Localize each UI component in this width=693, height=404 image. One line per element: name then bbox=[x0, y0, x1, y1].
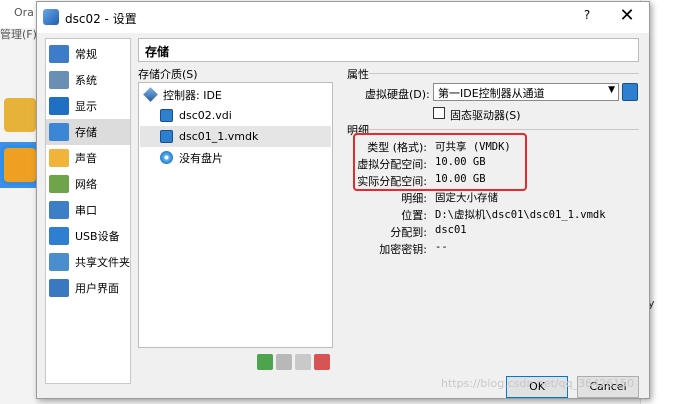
tree-item-optical[interactable]: 没有盘片 bbox=[140, 147, 331, 168]
controller-icon bbox=[143, 87, 158, 102]
detail-encryption-key: 加密密钥: bbox=[379, 243, 427, 256]
nav-item-shared-folders[interactable]: 共享文件夹 bbox=[46, 249, 130, 275]
user-interface-icon bbox=[49, 279, 69, 297]
dialog-titlebar[interactable]: dsc02 - 设置 ? ✕ bbox=[37, 2, 649, 33]
attributes-divider bbox=[369, 73, 639, 74]
storage-icon bbox=[49, 123, 69, 141]
storage-tree: 控制器: IDE dsc02.vdi dsc01_1.vmdk 没有盘片 bbox=[138, 82, 333, 348]
hard-disk-icon bbox=[160, 109, 173, 122]
nav-item-audio[interactable]: 声音 bbox=[46, 145, 130, 171]
nav-item-display[interactable]: 显示 bbox=[46, 93, 130, 119]
tree-item-controller[interactable]: 控制器: IDE bbox=[140, 84, 331, 105]
settings-dialog: dsc02 - 设置 ? ✕ 常规 系统 显示 存储 声音 网络 串口 USB设… bbox=[36, 1, 650, 399]
help-button[interactable]: ? bbox=[577, 8, 597, 26]
ssd-checkbox[interactable] bbox=[433, 107, 445, 119]
detail-details-key: 明细: bbox=[401, 192, 427, 205]
settings-nav: 常规 系统 显示 存储 声音 网络 串口 USB设备 共享文件夹 用户界面 bbox=[45, 38, 131, 384]
remove-attachment-icon[interactable] bbox=[295, 354, 311, 370]
network-icon bbox=[49, 175, 69, 193]
background-vm-icon[interactable] bbox=[4, 98, 36, 132]
close-button[interactable]: ✕ bbox=[615, 5, 639, 29]
nav-item-usb[interactable]: USB设备 bbox=[46, 223, 130, 249]
chevron-down-icon: ▼ bbox=[608, 85, 615, 95]
general-icon bbox=[49, 45, 69, 63]
attributes-label: 属性 bbox=[347, 68, 369, 81]
choose-disk-icon[interactable] bbox=[622, 83, 638, 101]
page-title: 存储 bbox=[138, 38, 639, 62]
optical-disc-icon bbox=[160, 151, 173, 164]
nav-item-network[interactable]: 网络 bbox=[46, 171, 130, 197]
details-divider bbox=[369, 129, 639, 130]
detail-location-value: D:\虚拟机\dsc01\dsc01_1.vmdk bbox=[435, 209, 606, 221]
remove-controller-icon[interactable] bbox=[314, 354, 330, 370]
display-icon bbox=[49, 97, 69, 115]
detail-attached-value: dsc01 bbox=[435, 224, 467, 236]
watermark: https://blog.csdn.net/qq_36426150 bbox=[441, 377, 635, 390]
nav-item-system[interactable]: 系统 bbox=[46, 67, 130, 93]
serial-port-icon bbox=[49, 201, 69, 219]
hard-disk-icon bbox=[160, 130, 173, 143]
red-highlight-box bbox=[353, 133, 527, 191]
usb-icon bbox=[49, 227, 69, 245]
audio-icon bbox=[49, 149, 69, 167]
virtualbox-icon bbox=[43, 9, 59, 25]
hard-disk-label: 虚拟硬盘(D): bbox=[365, 88, 430, 101]
nav-item-serial[interactable]: 串口 bbox=[46, 197, 130, 223]
nav-item-user-interface[interactable]: 用户界面 bbox=[46, 275, 130, 301]
nav-item-storage[interactable]: 存储 bbox=[46, 119, 130, 145]
storage-media-label: 存储介质(S) bbox=[138, 68, 198, 81]
hard-disk-select[interactable]: 第一IDE控制器从通道 ▼ bbox=[433, 83, 619, 101]
dialog-title: dsc02 - 设置 bbox=[65, 12, 137, 26]
background-vm-icon-selected[interactable] bbox=[4, 148, 36, 182]
detail-attached-key: 分配到: bbox=[390, 226, 427, 239]
background-menu[interactable]: 管理(F) bbox=[0, 26, 37, 42]
nav-item-general[interactable]: 常规 bbox=[46, 41, 130, 67]
ssd-label: 固态驱动器(S) bbox=[450, 109, 521, 122]
shared-folder-icon bbox=[49, 253, 69, 271]
tree-item-disk[interactable]: dsc02.vdi bbox=[140, 105, 331, 126]
storage-toolbar bbox=[257, 354, 330, 370]
system-icon bbox=[49, 71, 69, 89]
detail-location-key: 位置: bbox=[401, 209, 427, 222]
detail-encryption-value: -- bbox=[435, 241, 448, 253]
add-attachment-icon[interactable] bbox=[276, 354, 292, 370]
add-controller-icon[interactable] bbox=[257, 354, 273, 370]
tree-item-disk-selected[interactable]: dsc01_1.vmdk bbox=[140, 126, 331, 147]
background-app-name: Ora bbox=[14, 6, 34, 19]
detail-details-value: 固定大小存储 bbox=[435, 192, 498, 204]
